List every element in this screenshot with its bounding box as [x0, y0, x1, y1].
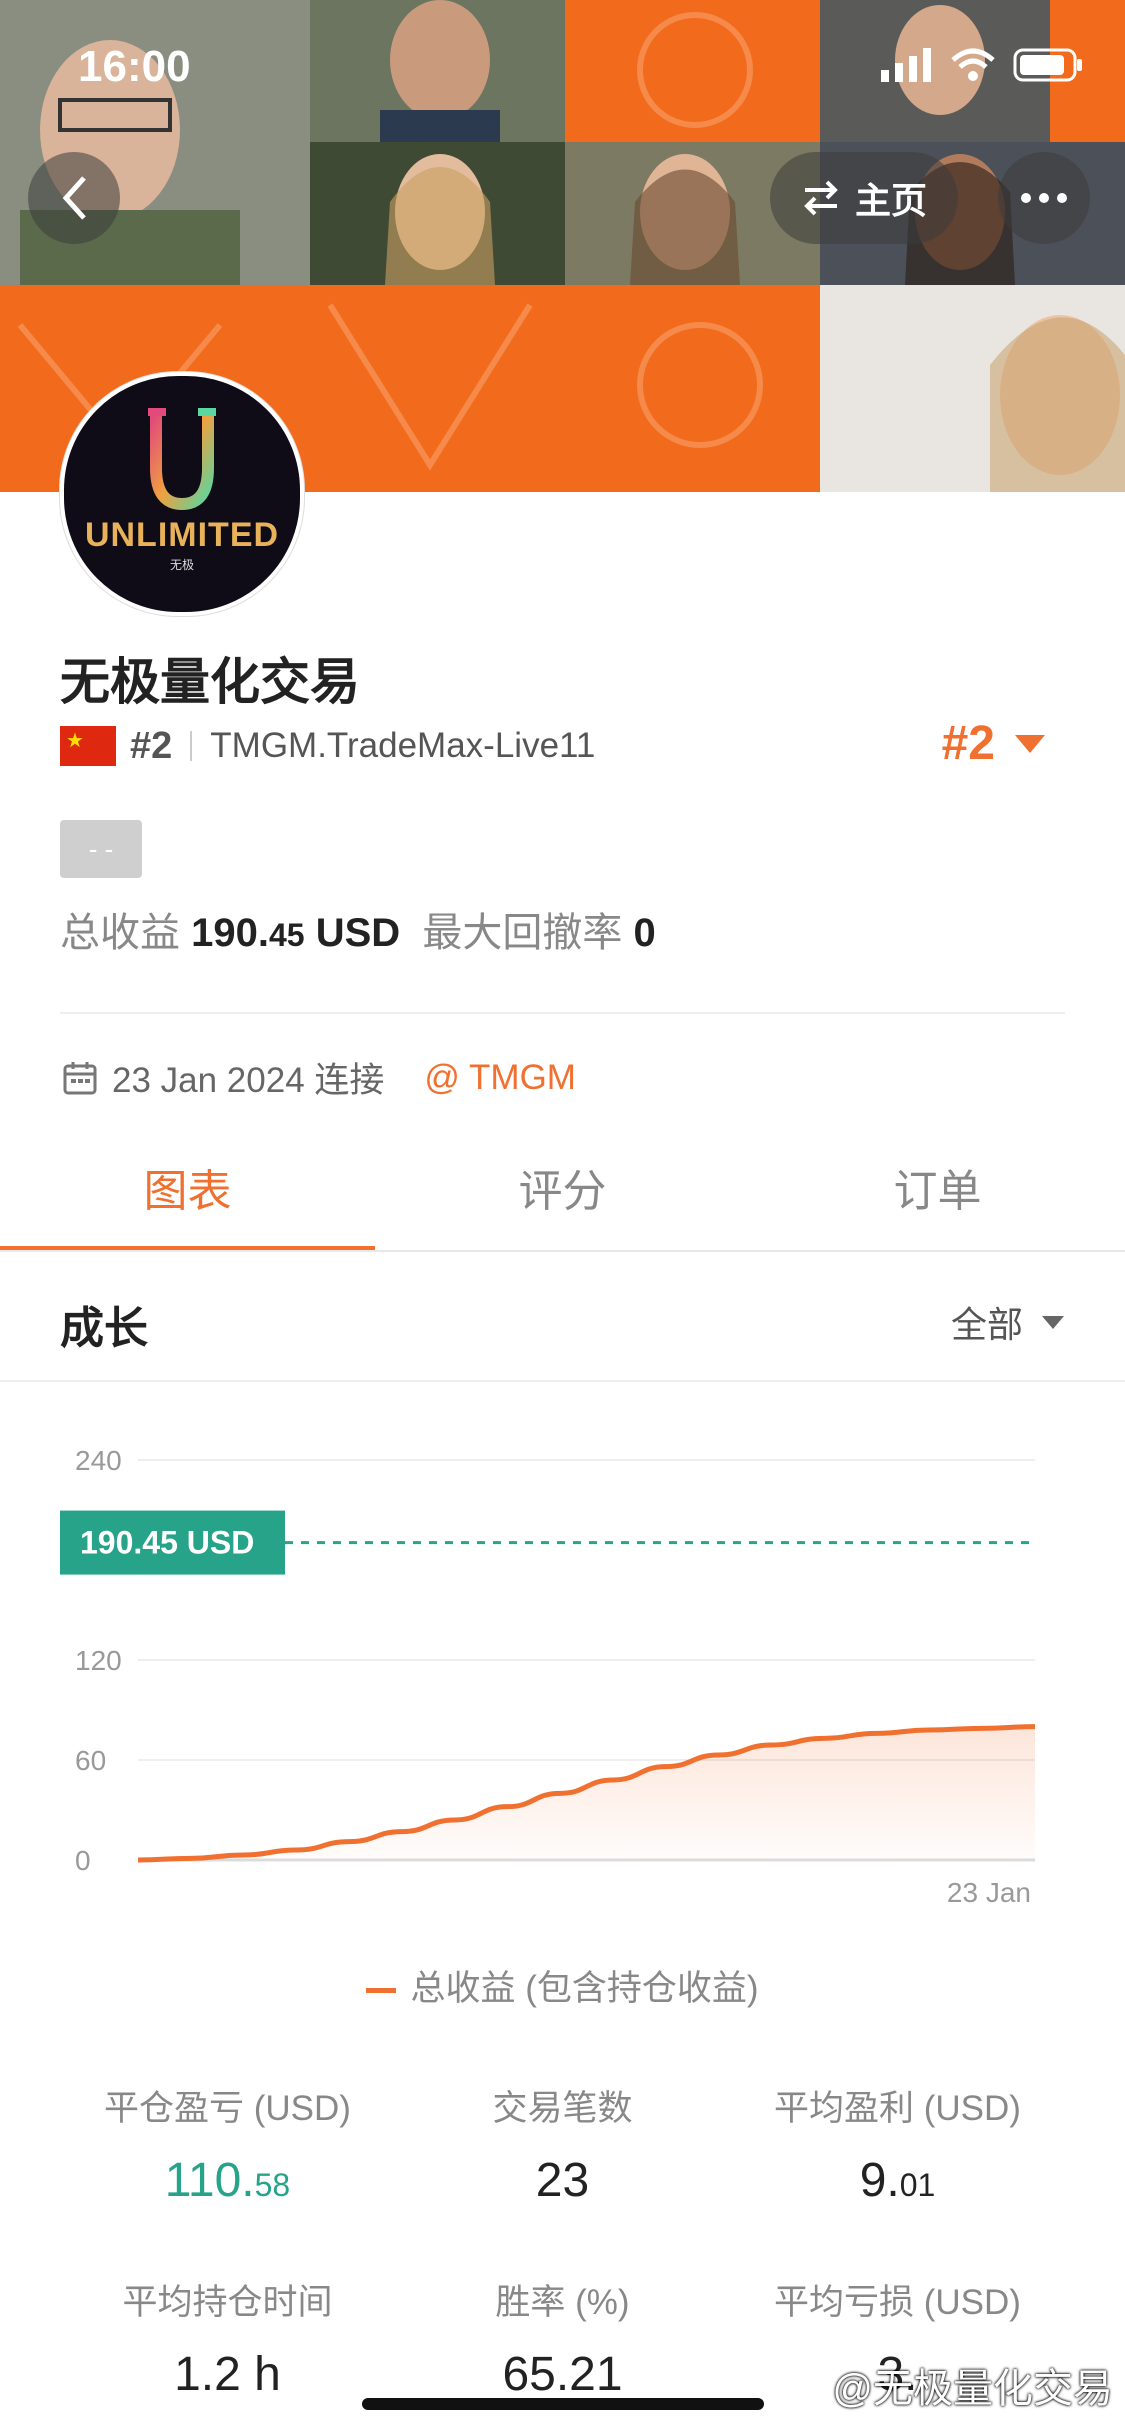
tab-border	[0, 1250, 1125, 1252]
connection-row: 23 Jan 2024 连接 @ TMGM	[62, 1052, 576, 1103]
y-tick-label: 120	[75, 1645, 122, 1676]
caret-down-icon	[1042, 1316, 1064, 1329]
signal-icon	[881, 48, 931, 82]
section-title: 成长	[60, 1304, 148, 1353]
calendar-icon	[63, 1061, 97, 1094]
avatar[interactable]: UNLIMITED 无极	[60, 372, 304, 616]
back-button[interactable]	[28, 152, 120, 244]
current-value-label: 190.45 USD	[80, 1525, 254, 1561]
metric-value: 1.2 h	[60, 2347, 395, 2402]
metric-value: 9.01	[730, 2153, 1065, 2208]
max-drawdown-label: 最大回撤率	[422, 911, 623, 955]
banner-photo-2	[310, 0, 565, 142]
total-profit-unit: USD	[315, 911, 401, 955]
unlimited-logo-icon	[148, 408, 216, 511]
battery-icon	[1013, 48, 1082, 82]
metric-value-int: 1.2 h	[174, 2348, 281, 2401]
status-badge: - -	[60, 820, 142, 878]
caret-down-icon	[1015, 734, 1045, 753]
banner-photo-4	[310, 142, 565, 285]
total-profit-dec: 45	[268, 917, 305, 953]
metric-label: 平均持仓时间	[122, 2283, 333, 2322]
status-icons	[881, 48, 1083, 82]
legend-swatch	[366, 1988, 397, 1994]
y-tick-label: 0	[75, 1845, 91, 1876]
metric-value-int: 9.	[859, 2154, 900, 2207]
server-name: TMGM.TradeMax-Live11	[210, 726, 596, 765]
metric-value: 23	[395, 2153, 730, 2208]
y-tick-label: 60	[75, 1745, 106, 1776]
logo-text: UNLIMITED	[84, 516, 280, 554]
home-indicator[interactable]	[362, 2398, 764, 2410]
tab-orders[interactable]: 订单	[750, 1140, 1125, 1252]
meta-row: ★ #2 TMGM.TradeMax-Live11	[60, 722, 595, 770]
growth-chart: 240 120 60 0 190.45 USD 23 Jan	[0, 1420, 1125, 1920]
metric-label: 平仓盈亏 (USD)	[104, 2089, 351, 2128]
stats-line: 总收益 190.45 USD 最大回撤率 0	[60, 900, 656, 958]
divider	[190, 731, 193, 761]
filter-label: 全部	[950, 1304, 1023, 1345]
metric-label: 交易笔数	[492, 2089, 633, 2128]
max-drawdown-value: 0	[633, 911, 656, 955]
banner-photo-7	[820, 285, 1125, 492]
tab-score[interactable]: 评分	[375, 1140, 750, 1252]
filter-dropdown[interactable]: 全部	[951, 1296, 1065, 1348]
tab-bar: 图表 评分 订单	[0, 1140, 1125, 1252]
home-label: 主页	[854, 180, 927, 221]
connected-date: 23 Jan 2024 连接	[112, 1061, 385, 1100]
swap-icon	[804, 180, 838, 216]
x-tick-label: 23 Jan	[947, 1877, 1031, 1908]
chevron-left-icon	[62, 176, 86, 220]
metric-value: 110.58	[60, 2153, 395, 2208]
page-title: 无极量化交易	[60, 654, 360, 710]
home-button[interactable]: 主页	[770, 152, 958, 244]
rank-small: #2	[130, 724, 173, 767]
divider	[60, 1012, 1065, 1014]
total-profit-int: 190.	[191, 911, 269, 955]
more-button[interactable]	[998, 152, 1090, 244]
divider	[0, 1380, 1125, 1382]
metric-label: 胜率 (%)	[495, 2283, 630, 2322]
metric-label: 平均盈利 (USD)	[774, 2089, 1021, 2128]
legend-label: 总收益 (包含持仓收益)	[410, 1969, 759, 2008]
wifi-icon	[951, 48, 995, 81]
metric-value-dec: 01	[899, 2167, 936, 2203]
rank-big: #2	[941, 717, 995, 770]
broker-link[interactable]: @ TMGM	[424, 1058, 576, 1098]
metric-label: 平均亏损 (USD)	[774, 2283, 1021, 2322]
metric-value-int: 23	[535, 2154, 590, 2207]
y-tick-label: 240	[75, 1445, 122, 1476]
metric-value-int: 65.21	[502, 2348, 623, 2401]
more-icon	[1021, 193, 1067, 203]
series-area	[138, 1726, 1035, 1860]
banner-orange-1	[565, 0, 820, 142]
watermark: @无极量化交易	[832, 2367, 1113, 2411]
metric-value: 65.21	[395, 2347, 730, 2402]
metric-value-dec: 58	[254, 2167, 291, 2203]
metric-closed-pnl: 平仓盈亏 (USD) 110.58	[60, 2080, 395, 2208]
metric-avg-hold: 平均持仓时间 1.2 h	[60, 2274, 395, 2402]
chart-legend: 总收益 (包含持仓收益)	[0, 1960, 1125, 2011]
metric-value-int: 110.	[164, 2154, 255, 2207]
status-time: 16:00	[78, 42, 191, 91]
metric-trades: 交易笔数 23	[395, 2080, 730, 2208]
metric-win-rate: 胜率 (%) 65.21	[395, 2274, 730, 2402]
metric-avg-profit: 平均盈利 (USD) 9.01	[730, 2080, 1065, 2208]
rank-dropdown[interactable]: #2	[942, 716, 1047, 771]
total-profit-label: 总收益	[60, 911, 180, 955]
growth-chart-svg: 240 120 60 0 190.45 USD 23 Jan	[60, 1445, 1036, 1908]
logo-sub: 无极	[169, 558, 194, 572]
current-value-tag: 190.45 USD	[60, 1510, 285, 1575]
china-flag-icon: ★	[60, 726, 116, 766]
tab-chart[interactable]: 图表	[0, 1140, 375, 1252]
